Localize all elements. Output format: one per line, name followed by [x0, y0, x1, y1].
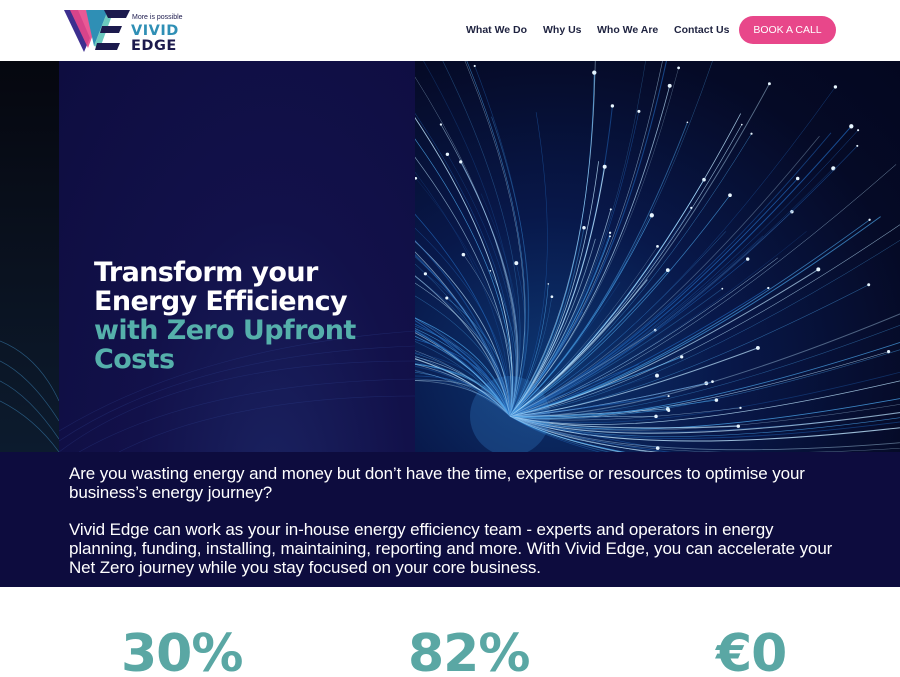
hero-title-line2: Energy Efficiency	[94, 286, 348, 317]
intro-paragraph-2: Vivid Edge can work as your in-house ene…	[69, 520, 833, 577]
nav-who-we-are[interactable]: Who We Are	[597, 24, 658, 36]
nav-what-we-do[interactable]: What We Do	[466, 24, 527, 36]
brand-tagline: More is possible	[132, 14, 183, 21]
intro-section: Are you wasting energy and money but don…	[0, 452, 900, 587]
hero-heading: Transform your Energy Efficiency with Ze…	[94, 258, 356, 374]
brand-name-edge: EDGE	[131, 38, 177, 54]
hero-section: Transform your Energy Efficiency with Ze…	[0, 61, 900, 452]
nav-why-us[interactable]: Why Us	[543, 24, 582, 36]
brand-name-vivid: VIVID	[131, 23, 179, 39]
intro-paragraph-1: Are you wasting energy and money but don…	[69, 464, 805, 502]
hero-title-line4: Costs	[94, 344, 175, 375]
book-a-call-button[interactable]: BOOK A CALL	[739, 16, 836, 44]
logo-mark-icon	[64, 10, 130, 52]
hero-left-decoration	[0, 61, 59, 452]
site-header: More is possible VIVID EDGE What We Do W…	[0, 0, 900, 61]
hero-title-line1: Transform your	[94, 257, 318, 288]
hero-title-line3: with Zero Upfront	[94, 315, 356, 346]
fiber-optic-image	[415, 61, 900, 452]
stat-value: €0	[716, 624, 787, 677]
stat-value: 82%	[408, 624, 530, 677]
brand-logo[interactable]: More is possible VIVID EDGE	[64, 8, 189, 54]
nav-contact-us[interactable]: Contact Us	[674, 24, 729, 36]
stats-section: 30% 82% €0	[0, 587, 900, 677]
stat-value: 30%	[121, 624, 243, 677]
